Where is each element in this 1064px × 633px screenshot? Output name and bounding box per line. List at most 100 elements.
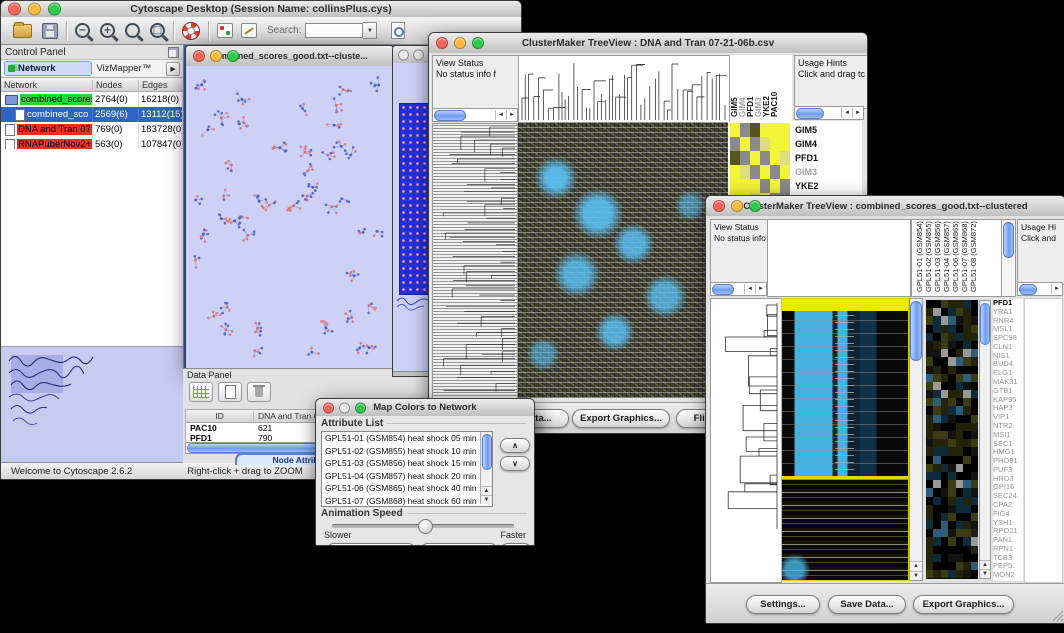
import-attributes-icon[interactable] <box>391 22 405 39</box>
close-icon[interactable] <box>398 49 409 60</box>
attribute-list-item[interactable]: GPL51-01 (GSM854) heat shock 05 min <box>322 432 492 445</box>
minimize-icon[interactable] <box>454 37 466 49</box>
zoom-in-icon[interactable]: + <box>100 23 115 38</box>
col-nodes[interactable]: Nodes <box>93 80 139 90</box>
dialog-titlebar[interactable]: Map Colors to Network <box>316 399 534 417</box>
attribute-list[interactable]: GPL51-01 (GSM854) heat shock 05 minGPL51… <box>321 431 493 507</box>
column-label[interactable]: GPL51-07 (GSM868) <box>960 220 969 292</box>
minimize-icon[interactable] <box>731 200 743 212</box>
export-graphics-button[interactable]: Export Graphics... <box>572 409 670 428</box>
attribute-list-item[interactable]: GPL51-07 (GSM868) heat shock 60 min <box>322 495 492 507</box>
usage-hints-scrollbar[interactable]: ► <box>1017 282 1063 296</box>
column-label[interactable]: GIM3 <box>754 55 762 117</box>
scroll-up-icon[interactable]: ▲ <box>980 560 990 569</box>
zoom-window-icon[interactable] <box>48 3 61 16</box>
background-network-canvas[interactable] <box>393 63 433 372</box>
column-label[interactable]: GPL51-04 (GSM857) <box>942 220 951 292</box>
scroll-down-icon[interactable]: ▼ <box>980 569 990 578</box>
move-up-button[interactable]: ∧ <box>500 438 530 453</box>
network-view-titlebar[interactable]: combined_scores_good.txt--cluste... <box>186 46 393 67</box>
tab-vizmapper[interactable]: VizMapper™ <box>96 63 162 74</box>
col-edges[interactable]: Edges <box>139 80 183 90</box>
close-icon[interactable] <box>8 3 21 16</box>
treeview-dna-titlebar[interactable]: ClusterMaker TreeView : DNA and Tran 07-… <box>429 33 867 54</box>
view-status-scrollbar[interactable]: ◄ ► <box>710 282 767 296</box>
row-dendrogram[interactable] <box>432 123 518 400</box>
vizmapper-icon[interactable] <box>217 23 233 38</box>
attribute-list-item[interactable]: GPL51-06 (GSM865) heat shock 40 min <box>322 482 492 495</box>
help-lifering-icon[interactable] <box>182 22 200 40</box>
scroll-right-icon[interactable]: ► <box>852 108 863 118</box>
column-label[interactable]: GPL51-08 (GSM872) <box>969 220 978 292</box>
minimize-icon[interactable] <box>413 49 424 60</box>
attribute-list-vscrollbar[interactable]: ▲ ▼ <box>480 432 492 504</box>
close-icon[interactable] <box>436 37 448 49</box>
heatmap-global-view[interactable] <box>781 298 909 581</box>
column-dendrogram-empty[interactable] <box>767 219 911 297</box>
zoom-vscrollbar[interactable]: ▲ ▼ <box>979 300 991 579</box>
animation-speed-slider[interactable] <box>332 524 514 528</box>
col-network[interactable]: Network <box>1 80 93 90</box>
gene-label[interactable]: GIM4 <box>795 137 861 151</box>
close-icon[interactable] <box>193 50 205 62</box>
delete-attribute-trash-icon[interactable] <box>247 382 271 402</box>
network-row-dna-tran[interactable]: DNA and Tran 07 769(0) 183728(0) <box>1 122 183 137</box>
heatmap-vscrollbar[interactable]: ▲ ▼ <box>909 298 923 581</box>
save-data-button[interactable]: Save Data... <box>828 595 906 614</box>
heatmap-global-view[interactable] <box>518 123 728 398</box>
close-icon[interactable] <box>323 402 334 413</box>
scroll-right-icon[interactable]: ► <box>755 284 766 294</box>
zoom-window-icon[interactable] <box>355 402 366 413</box>
scroll-left-icon[interactable]: ◄ <box>495 110 506 120</box>
attribute-list-item[interactable]: GPL51-04 (GSM857) heat shock 20 min <box>322 470 492 483</box>
column-label[interactable]: GPL51-06 (GSM865) <box>951 220 960 292</box>
attribute-list-item[interactable]: GPL51-02 (GSM855) heat shock 10 min <box>322 445 492 458</box>
gene-label[interactable]: GIM3 <box>795 165 861 179</box>
new-attribute-icon[interactable] <box>218 382 242 402</box>
labels-vscrollbar[interactable] <box>1001 219 1016 297</box>
minimize-icon[interactable] <box>210 50 222 62</box>
main-titlebar[interactable]: Cytoscape Desktop (Session Name: collins… <box>1 1 521 18</box>
open-session-icon[interactable] <box>13 24 32 38</box>
tab-network[interactable]: Network <box>4 61 92 76</box>
column-label[interactable]: GIM4 <box>738 55 746 117</box>
gene-label[interactable]: PFD1 <box>795 151 861 165</box>
float-panel-icon[interactable] <box>168 47 179 58</box>
zoom-selected-icon[interactable]: □ <box>150 23 165 38</box>
attribute-list-item[interactable]: GPL51-03 (GSM856) heat shock 15 min <box>322 457 492 470</box>
scroll-left-icon[interactable]: ◄ <box>841 108 852 118</box>
scroll-right-icon[interactable]: ► <box>506 110 517 120</box>
network-canvas[interactable] <box>186 66 393 369</box>
annotation-icon[interactable] <box>241 23 257 38</box>
zoom-window-icon[interactable] <box>227 50 239 62</box>
done-button[interactable]: Done <box>500 543 532 546</box>
search-input[interactable] <box>305 23 363 38</box>
scroll-right-icon[interactable]: ► <box>1051 284 1062 294</box>
save-session-icon[interactable] <box>42 23 58 39</box>
gene-label[interactable]: YKE2 <box>795 179 861 193</box>
col-id[interactable]: ID <box>186 411 254 421</box>
column-label[interactable]: PAC10 <box>770 55 778 117</box>
minimize-icon[interactable] <box>28 3 41 16</box>
column-label[interactable]: GPL51-02 (GSM855) <box>924 220 933 292</box>
scroll-left-icon[interactable]: ◄ <box>744 284 755 294</box>
create-vizmap-button[interactable]: Create Vizmap <box>420 543 498 546</box>
resize-grip[interactable] <box>1052 610 1064 622</box>
scroll-down-icon[interactable]: ▼ <box>910 571 922 580</box>
settings-button[interactable]: Settings... <box>746 595 820 614</box>
export-graphics-button[interactable]: Export Graphics... <box>913 595 1014 614</box>
column-label[interactable]: GPL51-01 (GSM854) <box>915 220 924 292</box>
scroll-up-icon[interactable]: ▲ <box>481 486 492 495</box>
background-window-titlebar[interactable] <box>393 46 433 64</box>
treeview-combined-titlebar[interactable]: ClusterMaker TreeView : combined_scores_… <box>706 196 1064 217</box>
search-dropdown-arrow[interactable]: ▼ <box>363 22 377 39</box>
column-label[interactable]: GPL51-03 (GSM856) <box>933 220 942 292</box>
slider-thumb[interactable] <box>418 519 433 534</box>
scroll-up-icon[interactable]: ▲ <box>910 561 922 570</box>
animate-vizmap-button[interactable]: Animate Vizmap <box>326 543 416 546</box>
zoom-fit-icon[interactable] <box>125 23 140 38</box>
minimize-icon[interactable] <box>339 402 350 413</box>
move-down-button[interactable]: ∨ <box>500 456 530 471</box>
gene-label[interactable]: GIM5 <box>795 123 861 137</box>
zoom-out-icon[interactable]: − <box>75 23 90 38</box>
